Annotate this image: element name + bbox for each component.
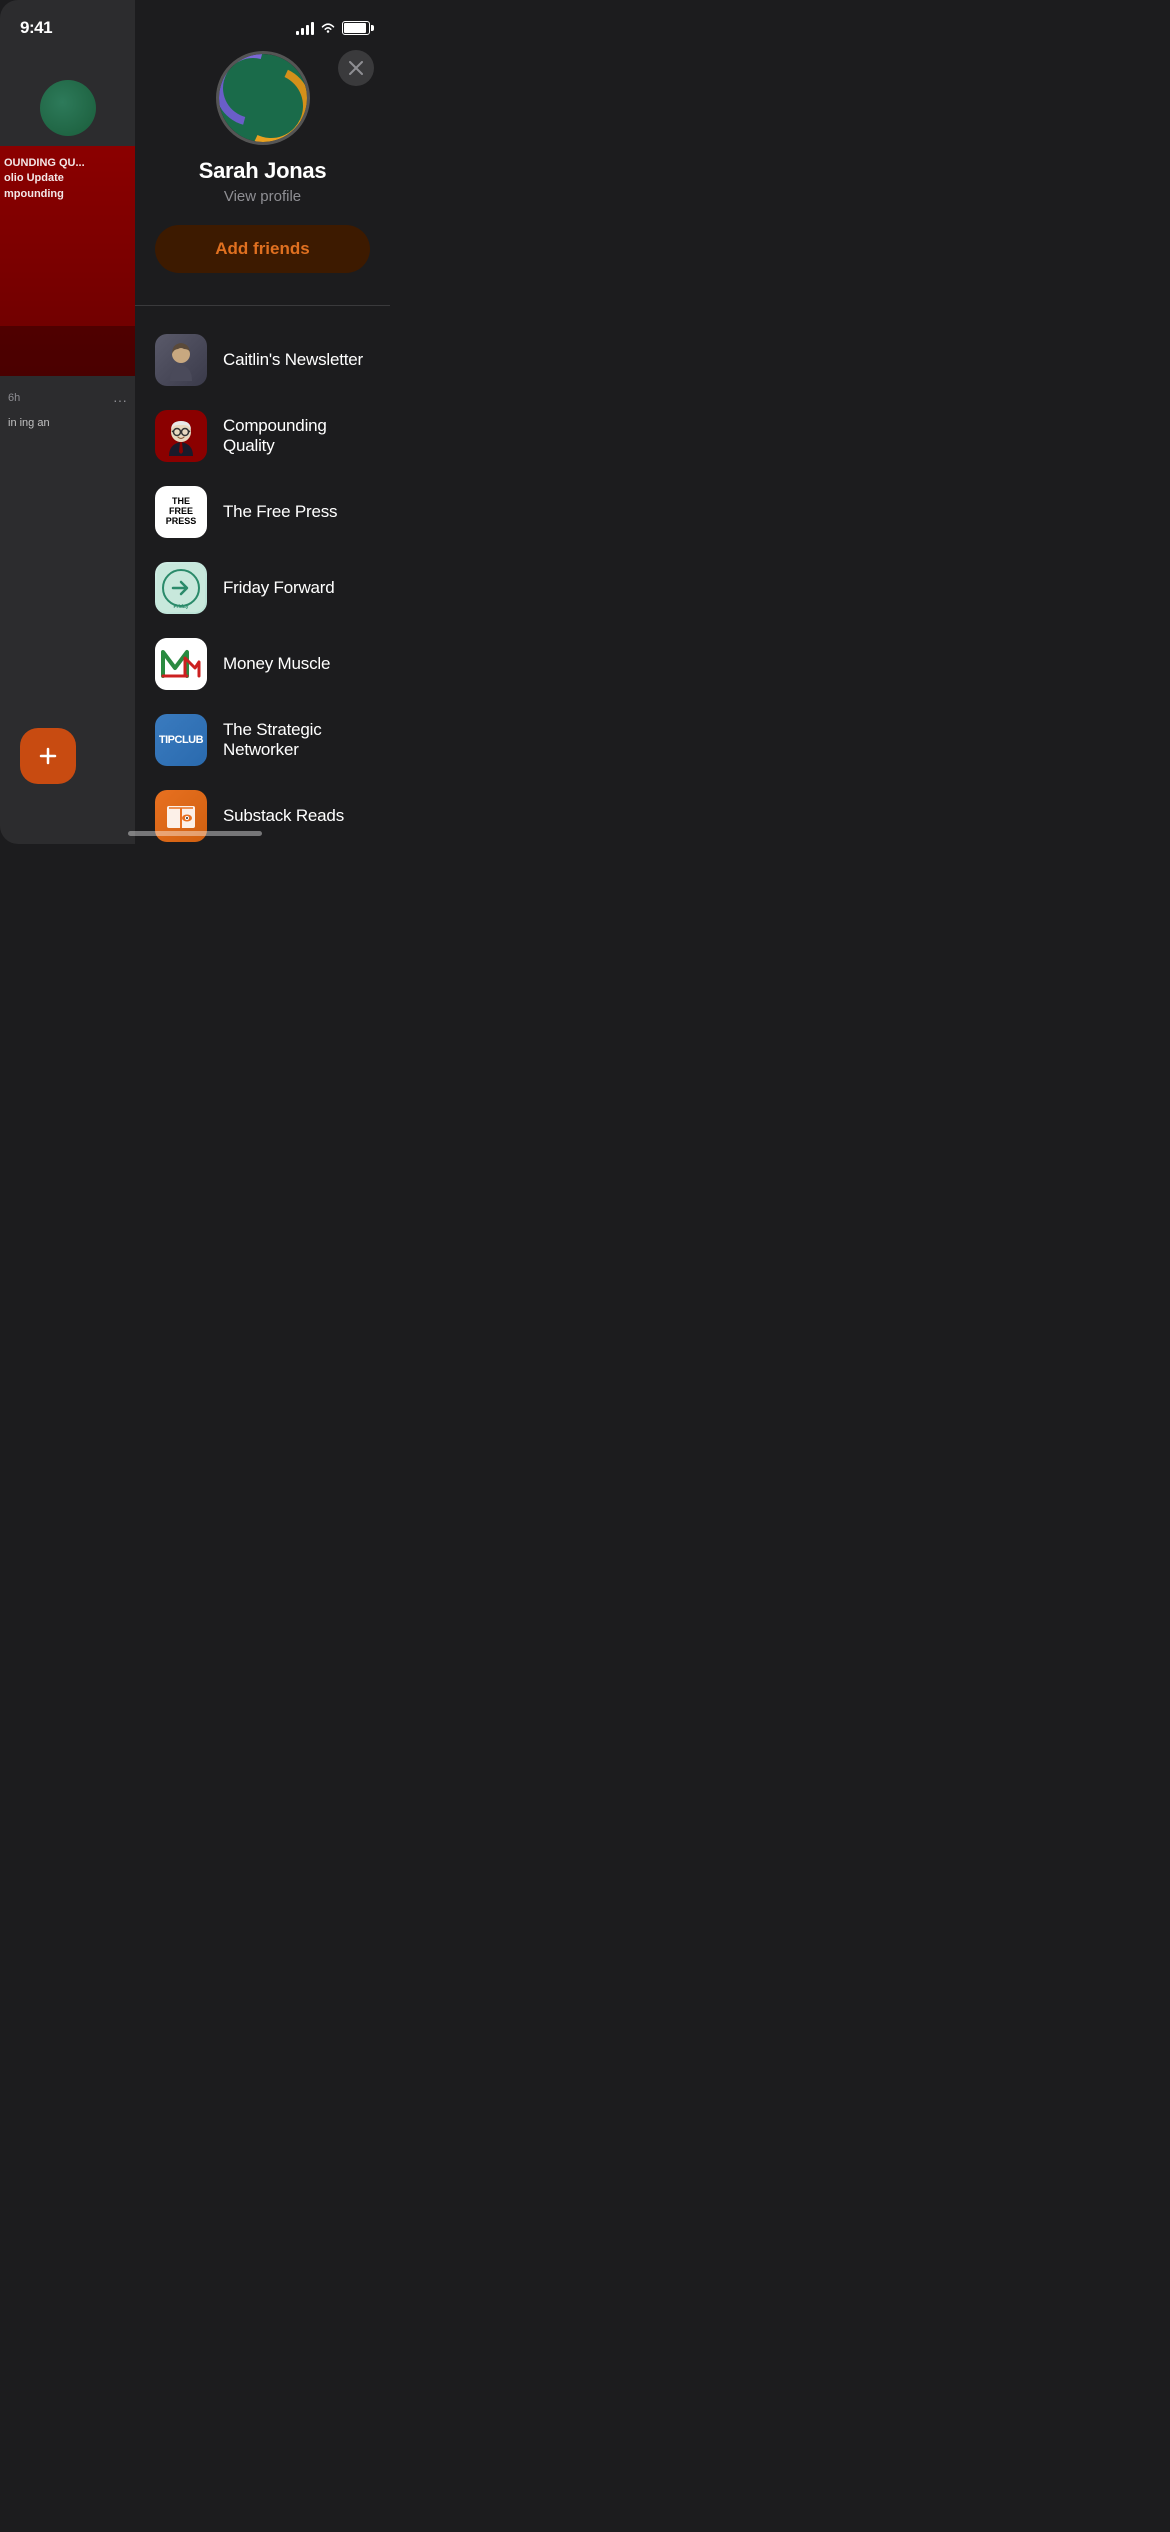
add-friends-button[interactable]: Add friends: [155, 225, 370, 273]
avatar[interactable]: [219, 54, 307, 142]
divider-top: [135, 305, 390, 306]
list-item[interactable]: Money Muscle: [135, 626, 390, 702]
svg-text:Friday: Friday: [173, 604, 188, 610]
newsletter-icon-ff: Friday: [155, 562, 207, 614]
bg-dots: ···: [113, 392, 127, 408]
newsletter-icon-tfp: THEFREEPRESS: [155, 486, 207, 538]
list-item[interactable]: Friday Friday Forward: [135, 550, 390, 626]
close-button[interactable]: [338, 50, 374, 86]
list-item[interactable]: TIPCLUB The Strategic Networker: [135, 702, 390, 778]
newsletter-name: The Strategic Networker: [223, 720, 370, 760]
bg-partial-text: OUNDING QU... olio Update mpounding: [4, 156, 85, 202]
newsletter-name: Caitlin's Newsletter: [223, 350, 363, 370]
caitlin-avatar-svg: [160, 339, 202, 381]
newsletter-icon-tsn: TIPCLUB: [155, 714, 207, 766]
background-panel: OUNDING QU... olio Update mpounding 6h ·…: [0, 0, 135, 844]
cq-avatar-svg: [161, 416, 201, 456]
profile-drawer: Sarah Jonas View profile Add friends: [135, 0, 390, 844]
plus-icon: [38, 746, 58, 766]
profile-name: Sarah Jonas: [199, 158, 327, 184]
list-item[interactable]: Caitlin's Newsletter: [135, 322, 390, 398]
newsletter-name: The Free Press: [223, 502, 337, 522]
newsletter-name: Substack Reads: [223, 806, 344, 826]
home-indicator: [128, 831, 262, 836]
list-item[interactable]: THEFREEPRESS The Free Press: [135, 474, 390, 550]
mm-icon-svg: [155, 638, 207, 690]
newsletter-icon-cq: [155, 410, 207, 462]
ff-icon-svg: Friday: [157, 564, 205, 612]
sr-book-svg: [165, 800, 197, 832]
bg-partial-text2: in ing an: [8, 416, 127, 431]
view-profile-link[interactable]: View profile: [224, 188, 301, 205]
list-item[interactable]: Compounding Quality: [135, 398, 390, 474]
close-icon: [349, 61, 363, 75]
bg-content-area: OUNDING QU... olio Update mpounding: [0, 146, 135, 376]
newsletter-list: Caitlin's Newsletter: [135, 314, 390, 844]
newsletter-icon-caitlin: [155, 334, 207, 386]
newsletter-name: Money Muscle: [223, 654, 330, 674]
profile-section: Sarah Jonas View profile Add friends: [135, 0, 390, 297]
bg-time: 6h: [8, 392, 20, 408]
newsletter-name: Friday Forward: [223, 578, 335, 598]
bg-avatar: [40, 80, 96, 136]
bg-bottom: 6h ··· in ing an: [0, 376, 135, 447]
newsletter-icon-mm: [155, 638, 207, 690]
fab-button[interactable]: [20, 728, 76, 784]
newsletter-name: Compounding Quality: [223, 416, 370, 456]
